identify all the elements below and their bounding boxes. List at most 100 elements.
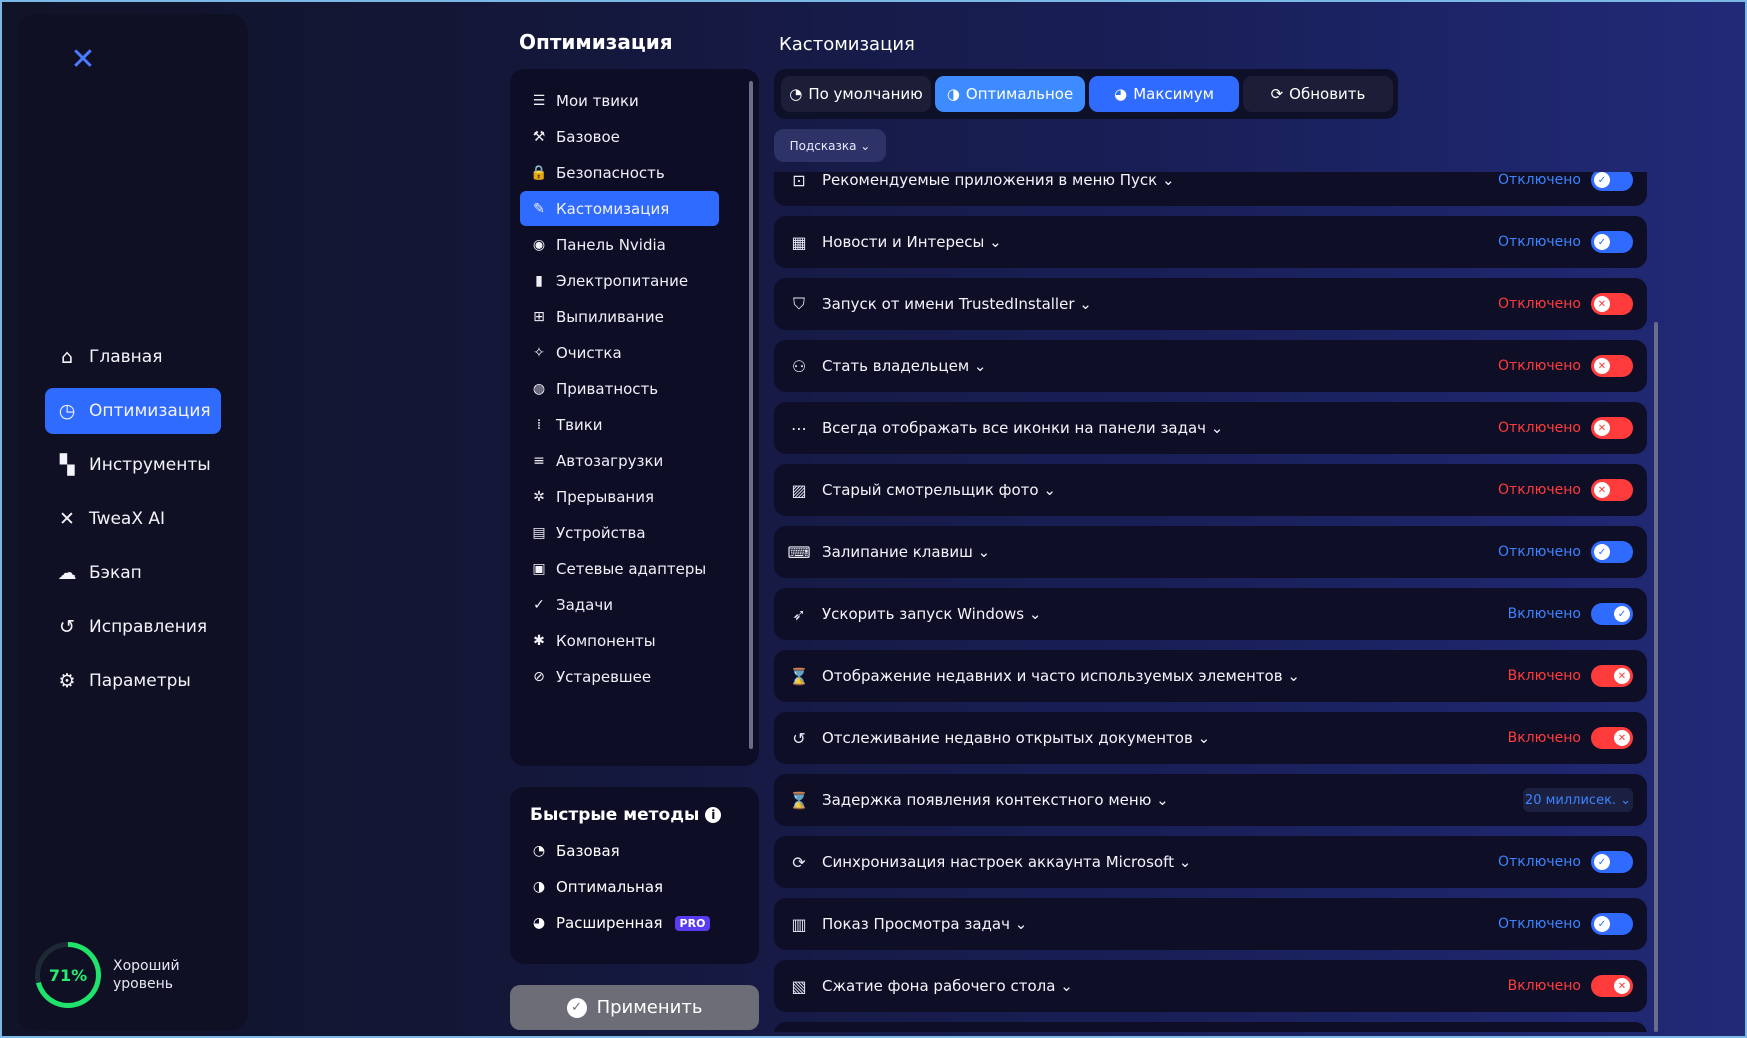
status-text: Отключено [1498,296,1581,312]
setting-row[interactable]: ⊡ Рекомендуемые приложения в меню Пуск ⌄ О… [774,172,1647,206]
apply-label: Применить [596,997,703,1018]
list-scrollbar[interactable] [1654,322,1658,1032]
setting-toggle[interactable]: ✕ [1591,975,1633,997]
menu-item-11[interactable]: ✲ Прерывания [520,479,719,514]
quick-method-2[interactable]: ◕ Расширенная PRO [530,909,711,937]
interrupt-icon: ✲ [533,488,545,505]
menu-item-15[interactable]: ✱ Компоненты [520,623,719,658]
setting-row[interactable]: ⌛ Задержка появления контекстного меню ⌄ 2… [774,774,1647,826]
quick-method-1[interactable]: ◑ Оптимальная [530,873,663,901]
wallpaper-icon: ▧ [791,976,807,996]
sidebar-item-6[interactable]: ⚙ Параметры [45,658,221,704]
sidebar-item-4[interactable]: ☁ Бэкап [45,550,221,596]
menu-item-13[interactable]: ▣ Сетевые адаптеры [520,551,719,586]
menu-item-16[interactable]: ⊘ Устаревшее [520,659,719,694]
sidebar-item-label: TweaX AI [89,509,166,529]
brush-icon: ✎ [533,200,545,217]
menu-item-3[interactable]: ✎ Кастомизация [520,191,719,226]
menu-item-5[interactable]: ▮ Электропитание [520,263,719,298]
gauge-high-icon: ◕ [532,915,546,931]
setting-label: Показ Просмотра задач ⌄ [822,915,1028,933]
setting-toggle[interactable]: ✓ [1591,231,1633,253]
setting-label: Рекомендуемые приложения в меню Пуск ⌄ [822,172,1175,189]
setting-row[interactable]: ▨ Старый смотрельщик фото ⌄ Отключено ✕ [774,464,1647,516]
menu-item-10[interactable]: ≡ Автозагрузки [520,443,719,478]
setting-row[interactable]: ⛉ Запуск от имени TrustedInstaller ⌄ Отклю… [774,278,1647,330]
setting-toggle[interactable]: ✕ [1591,293,1633,315]
menu-item-label: Безопасность [556,163,665,182]
preset-bar: ◔ По умолчанию ◑ Оптимальное ◕ Максимум ⟳ Об… [774,69,1398,119]
setting-toggle[interactable]: ✓ [1591,851,1633,873]
cloud-upload-icon: ☁ [57,562,77,584]
menu-item-4[interactable]: ◉ Панель Nvidia [520,227,719,262]
menu-item-1[interactable]: ⚒ Базовое [520,119,719,154]
quick-method-label: Расширенная [556,914,663,932]
sidebar-item-5[interactable]: ↺ Исправления [45,604,221,650]
setting-toggle[interactable]: ✓ [1591,603,1633,625]
setting-row[interactable]: ▤Spotlight ⌄Включено✕ [774,1022,1647,1032]
setting-toggle[interactable]: ✕ [1591,417,1633,439]
hint-dropdown[interactable]: Подсказка ⌄ [774,129,886,162]
setting-row[interactable]: ↺ Отслеживание недавно открытых документо… [774,712,1647,764]
menu-item-2[interactable]: 🔒 Безопасность [520,155,719,190]
preset-optimal-button[interactable]: ◑ Оптимальное [935,76,1085,112]
sidebar-item-3[interactable]: ✕ TweaX AI [45,496,221,542]
setting-row[interactable]: ⚇ Стать владельцем ⌄ Отключено ✕ [774,340,1647,392]
sidebar-item-1[interactable]: ◷ Оптимизация [45,388,221,434]
preset-optimal-label: Оптимальное [965,85,1074,103]
x-icon: ✕ [1614,730,1630,746]
menu-item-14[interactable]: ✓ Задачи [520,587,719,622]
check-icon: ✓ [566,997,587,1018]
privacy-icon: ◍ [532,380,546,397]
menu-item-label: Автозагрузки [556,451,664,470]
setting-row[interactable]: ⌨ Залипание клавиш ⌄ Отключено ✓ [774,526,1647,578]
apply-button[interactable]: ✓ Применить [510,985,759,1030]
setting-row[interactable]: ⟳ Синхронизация настроек аккаунта Microso… [774,836,1647,888]
menu-item-0[interactable]: ☰ Мои твики [520,83,719,118]
menu-item-label: Базовое [556,127,620,146]
wrench-icon: ⚒ [532,128,546,145]
info-icon[interactable]: i [705,807,722,823]
check-icon: ✓ [1594,544,1610,560]
menu-item-6[interactable]: ⊞ Выпиливание [520,299,719,334]
setting-toggle[interactable]: ✓ [1591,172,1633,191]
menu-item-label: Очистка [556,343,622,362]
menu-item-label: Устаревшее [556,667,652,686]
setting-toggle[interactable]: ✕ [1591,727,1633,749]
main-nav: ⌂ Главная ◷ Оптимизация ▚ Инструменты ✕ TweaX A… [45,334,221,712]
home-icon: ⌂ [60,346,74,368]
setting-row[interactable]: ▦ Новости и Интересы ⌄ Отключено ✓ [774,216,1647,268]
preset-default-button[interactable]: ◔ По умолчанию [781,76,931,112]
app-logo[interactable]: ✕ [53,34,113,84]
setting-label: Запуск от имени TrustedInstaller ⌄ [822,295,1092,313]
refresh-button[interactable]: ⟳ Обновить [1243,76,1393,112]
menu-item-9[interactable]: ⁞ Твики [520,407,719,442]
setting-row[interactable]: ▧ Сжатие фона рабочего стола ⌄ Включено ✕ [774,960,1647,1012]
status-text: Отключено [1498,854,1581,870]
delay-select[interactable]: 20 миллисек. ⌄ [1523,788,1633,812]
setting-toggle[interactable]: ✓ [1591,913,1633,935]
setting-row[interactable]: ▥ Показ Просмотра задач ⌄ Отключено ✓ [774,898,1647,950]
quick-method-0[interactable]: ◔ Базовая [530,837,620,865]
setting-row[interactable]: ⋯ Всегда отображать все иконки на панели … [774,402,1647,454]
sidebar-item-label: Главная [89,347,163,367]
setting-toggle[interactable]: ✕ [1591,665,1633,687]
setting-row[interactable]: ⌛ Отображение недавних и часто используем… [774,650,1647,702]
health-percent: 71% [40,947,96,1003]
health-label: Хороший уровень [113,958,180,992]
sidebar-item-0[interactable]: ⌂ Главная [45,334,221,380]
status-text: Отключено [1498,916,1581,932]
setting-row[interactable]: ➶ Ускорить запуск Windows ⌄ Включено ✓ [774,588,1647,640]
menu-scrollbar[interactable] [749,81,753,749]
menu-item-8[interactable]: ◍ Приватность [520,371,719,406]
preset-max-button[interactable]: ◕ Максимум [1089,76,1239,112]
x-icon: ✕ [1614,978,1630,994]
setting-toggle[interactable]: ✕ [1591,355,1633,377]
sidebar-item-2[interactable]: ▚ Инструменты [45,442,221,488]
setting-toggle[interactable]: ✓ [1591,541,1633,563]
menu-item-7[interactable]: ✧ Очистка [520,335,719,370]
menu-item-12[interactable]: ▤ Устройства [520,515,719,550]
x-icon: ✕ [1614,668,1630,684]
setting-toggle[interactable]: ✕ [1591,479,1633,501]
history-icon: ↺ [59,616,75,638]
